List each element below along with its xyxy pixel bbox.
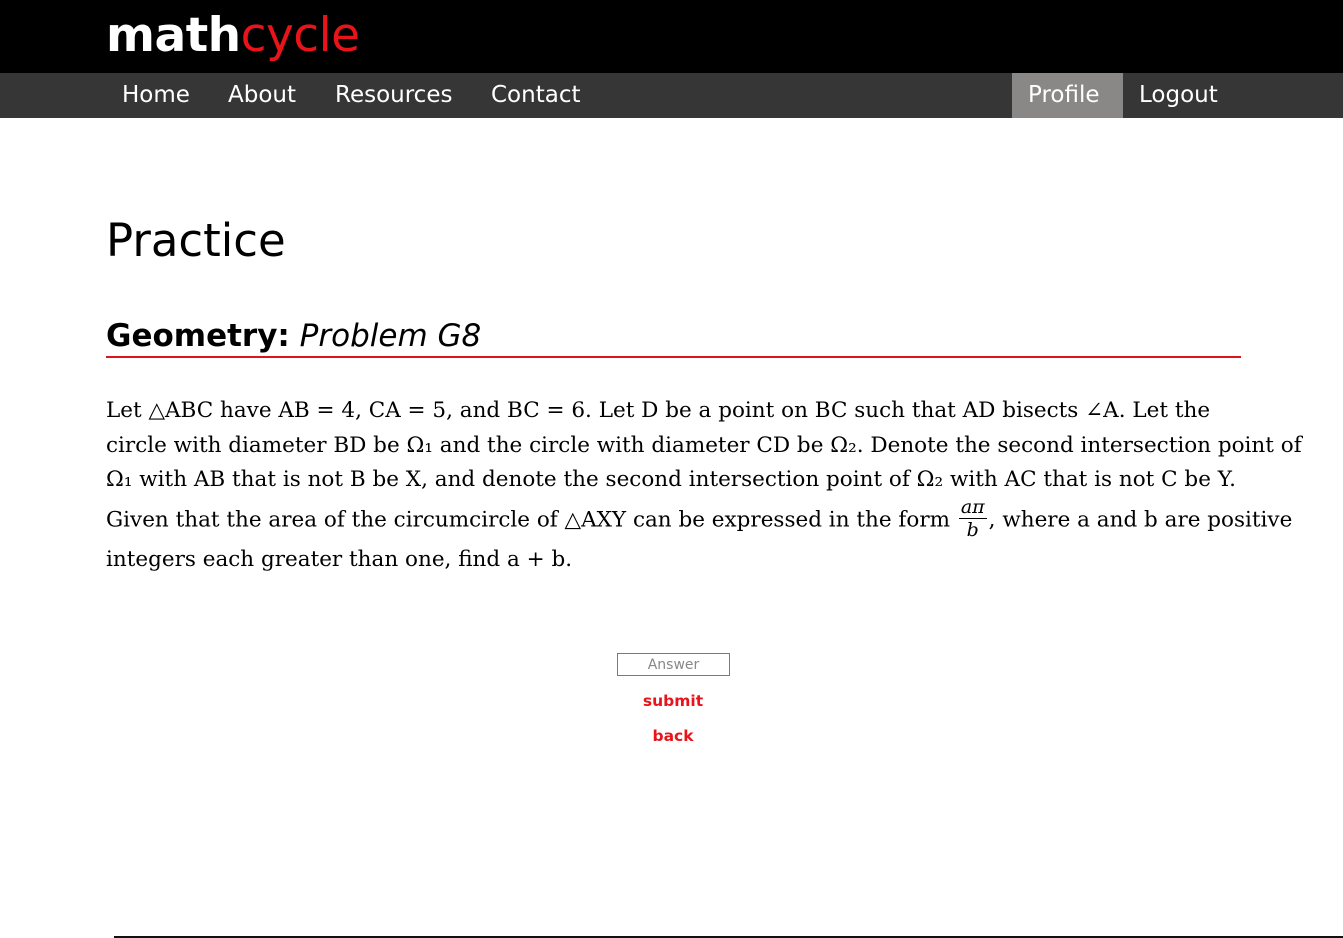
problem-line: integers each greater than one, find a +… xyxy=(106,546,573,572)
logo-math-text: math xyxy=(106,8,241,63)
nav-home[interactable]: Home xyxy=(106,73,206,118)
problem-line-part: Given that the area of the circumcircle … xyxy=(106,507,950,532)
logo-cycle-text: cycle xyxy=(240,8,360,63)
nav-about[interactable]: About xyxy=(212,73,312,118)
answer-input[interactable] xyxy=(617,653,730,676)
header-bar: mathcycle xyxy=(0,0,1343,73)
problem-line: Ω₁ with AB that is not B be X, and denot… xyxy=(106,467,1237,492)
nav-contact[interactable]: Contact xyxy=(475,73,596,118)
problem-line-with-fraction: Given that the area of the circumcircle … xyxy=(106,495,1292,543)
nav-bar: Home About Resources Contact Profile Log… xyxy=(0,73,1343,118)
back-button[interactable]: back xyxy=(573,726,773,746)
fraction-denominator: b xyxy=(966,518,979,541)
fraction-numerator: aπ xyxy=(958,495,987,519)
nav-logout[interactable]: Logout xyxy=(1123,73,1234,118)
problem-heading: Geometry: Problem G8 xyxy=(106,316,1241,358)
problem-statement: Let △ABC have AB = 4, CA = 5, and BC = 6… xyxy=(106,394,1302,577)
page-title: Practice xyxy=(106,214,286,267)
mathcycle-logo[interactable]: mathcycle xyxy=(106,6,360,66)
fraction-a-pi-over-b: aπ b xyxy=(958,495,987,541)
nav-resources[interactable]: Resources xyxy=(319,73,468,118)
submit-button[interactable]: submit xyxy=(573,691,773,711)
problem-line: Let △ABC have AB = 4, CA = 5, and BC = 6… xyxy=(106,398,1211,423)
nav-profile[interactable]: Profile xyxy=(1012,73,1123,118)
problem-number: Problem G8 xyxy=(299,318,482,354)
problem-line-part: , where a and b are positive xyxy=(988,507,1293,532)
problem-line: circle with diameter BD be Ω₁ and the ci… xyxy=(106,432,1302,458)
problem-category: Geometry: xyxy=(106,318,290,354)
